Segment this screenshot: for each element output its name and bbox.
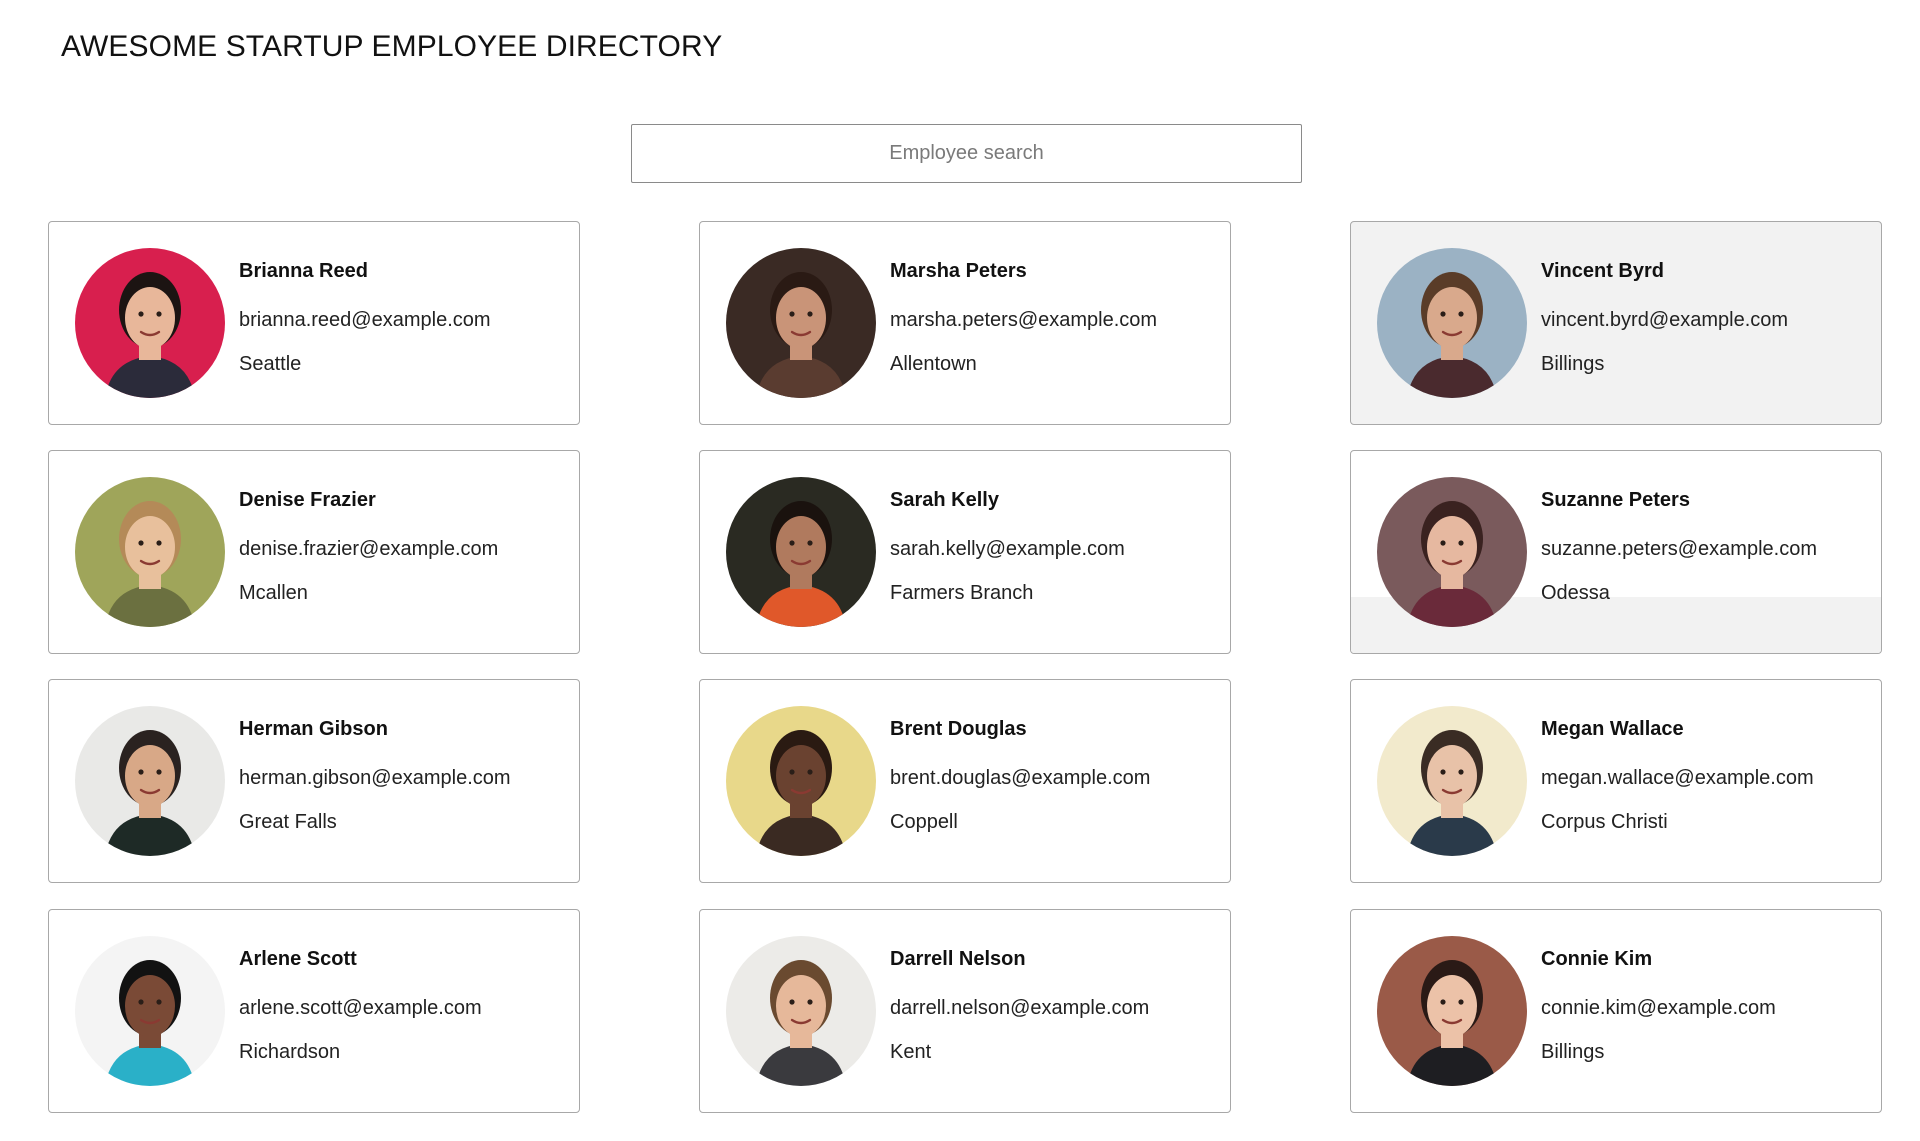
employee-location: Great Falls [239, 811, 337, 833]
employee-avatar [726, 706, 876, 856]
employee-location: Billings [1541, 1041, 1605, 1063]
directory-page: AWESOME STARTUP EMPLOYEE DIRECTORY Brian… [0, 0, 1920, 1141]
employee-card[interactable]: Sarah Kelly sarah.kelly@example.com Farmer… [699, 450, 1231, 654]
employee-email: brent.douglas@example.com [890, 767, 1151, 789]
employee-avatar [75, 936, 225, 1086]
employee-email: denise.frazier@example.com [239, 538, 499, 560]
employee-avatar [1377, 248, 1527, 398]
employee-name: Brianna Reed [239, 260, 368, 282]
employee-card[interactable]: Megan Wallace megan.wallace@example.com Co… [1350, 679, 1882, 883]
employee-name: Suzanne Peters [1541, 489, 1690, 511]
employee-avatar [75, 706, 225, 856]
employee-name: Sarah Kelly [890, 489, 999, 511]
employee-location: Kent [890, 1041, 932, 1063]
employee-email: brianna.reed@example.com [239, 309, 491, 331]
employee-email: sarah.kelly@example.com [890, 538, 1125, 560]
employee-card[interactable]: Brent Douglas brent.douglas@example.com Co… [699, 679, 1231, 883]
employee-location: Odessa [1541, 582, 1610, 604]
employee-name: Arlene Scott [239, 948, 357, 970]
page-title: AWESOME STARTUP EMPLOYEE DIRECTORY [61, 30, 723, 63]
employee-avatar [1377, 706, 1527, 856]
employee-location: Billings [1541, 353, 1605, 375]
employee-avatar [1377, 936, 1527, 1086]
employee-name: Marsha Peters [890, 260, 1027, 282]
employee-location: Corpus Christi [1541, 811, 1668, 833]
employee-location: Richardson [239, 1041, 341, 1063]
employee-location: Coppell [890, 811, 958, 833]
employee-location: Allentown [890, 353, 977, 375]
employee-avatar [726, 248, 876, 398]
employee-name: Megan Wallace [1541, 718, 1684, 740]
employee-email: marsha.peters@example.com [890, 309, 1158, 331]
employee-email: darrell.nelson@example.com [890, 997, 1150, 1019]
employee-avatar [726, 477, 876, 627]
employee-email: herman.gibson@example.com [239, 767, 511, 789]
employee-name: Denise Frazier [239, 489, 376, 511]
employee-email: vincent.byrd@example.com [1541, 309, 1789, 331]
employee-name: Vincent Byrd [1541, 260, 1664, 282]
employee-email: connie.kim@example.com [1541, 997, 1776, 1019]
employee-location: Mcallen [239, 582, 308, 604]
employee-card[interactable]: Darrell Nelson darrell.nelson@example.com… [699, 909, 1231, 1113]
employee-card[interactable]: Suzanne Peters suzanne.peters@example.com… [1350, 450, 1882, 654]
employee-search-input[interactable] [631, 124, 1302, 183]
employee-avatar [75, 248, 225, 398]
employee-location: Seattle [239, 353, 302, 375]
employee-card[interactable]: Vincent Byrd vincent.byrd@example.com Bill… [1350, 221, 1882, 425]
employee-email: arlene.scott@example.com [239, 997, 482, 1019]
employee-location: Farmers Branch [890, 582, 1034, 604]
employee-avatar [75, 477, 225, 627]
employee-name: Brent Douglas [890, 718, 1027, 740]
employee-name: Herman Gibson [239, 718, 388, 740]
employee-avatar [726, 936, 876, 1086]
employee-name: Darrell Nelson [890, 948, 1026, 970]
employee-email: megan.wallace@example.com [1541, 767, 1814, 789]
employee-email: suzanne.peters@example.com [1541, 538, 1817, 560]
employee-card[interactable]: Denise Frazier denise.frazier@example.com… [48, 450, 580, 654]
employee-avatar [1377, 477, 1527, 627]
employee-card[interactable]: Connie Kim connie.kim@example.com Billings [1350, 909, 1882, 1113]
employee-card[interactable]: Arlene Scott arlene.scott@example.com Rich… [48, 909, 580, 1113]
employee-card[interactable]: Herman Gibson herman.gibson@example.com Gr… [48, 679, 580, 883]
employee-name: Connie Kim [1541, 948, 1653, 970]
employee-card[interactable]: Brianna Reed brianna.reed@example.com Seat… [48, 221, 580, 425]
employee-card[interactable]: Marsha Peters marsha.peters@example.com Al… [699, 221, 1231, 425]
